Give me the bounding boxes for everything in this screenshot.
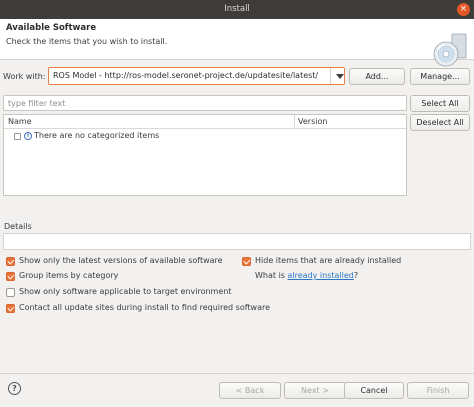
add-site-button[interactable]: Add... [349,68,405,85]
close-icon[interactable]: × [457,3,470,16]
work-with-combo[interactable]: ROS Model - http://ros-model.seronet-pro… [48,67,345,85]
checkbox-unchecked-icon[interactable] [6,288,15,297]
chevron-down-icon[interactable] [336,74,344,79]
help-icon[interactable]: ? [8,382,21,395]
info-icon: i [24,132,32,140]
finish-button[interactable]: Finish [407,382,469,399]
tree-row-label: There are no categorized items [34,131,160,140]
checkbox-checked-icon[interactable] [6,257,15,266]
bottom-separator [0,373,474,374]
details-label: Details [4,222,32,231]
title-bar: Install × [0,0,474,19]
wizard-header: Available Software Check the items that … [0,19,474,67]
column-header-name[interactable]: Name [8,117,32,126]
column-divider[interactable] [294,115,295,128]
install-cd-icon [433,33,467,67]
checkbox-checked-icon[interactable] [242,257,251,266]
back-button[interactable]: < Back [219,382,281,399]
checkbox-checked-icon[interactable] [6,304,15,313]
what-is-suffix: ? [353,271,359,280]
what-is-installed-text: What is already installed? [255,271,358,280]
page-subtitle: Check the items that you wish to install… [6,37,168,46]
cancel-button[interactable]: Cancel [344,382,404,399]
target-env-label: Show only software applicable to target … [19,287,232,296]
combo-separator [330,68,331,84]
tree-header: Name Version [4,115,406,129]
latest-versions-label: Show only the latest versions of availab… [19,256,223,265]
manage-sites-button[interactable]: Manage... [410,68,470,85]
window-title: Install [224,4,250,14]
column-header-version[interactable]: Version [298,117,327,126]
select-all-button[interactable]: Select All [410,95,470,112]
details-area [3,233,471,250]
software-tree[interactable]: Name Version i There are no categorized … [3,114,407,196]
work-with-value: ROS Model - http://ros-model.seronet-pro… [53,71,319,80]
next-button[interactable]: Next > [284,382,346,399]
hide-installed-label: Hide items that are already installed [255,256,402,265]
work-with-label: Work with: [3,72,46,81]
group-by-category-label: Group items by category [19,271,119,280]
row-checkbox[interactable] [14,133,21,140]
checkbox-checked-icon[interactable] [6,272,15,281]
filter-field[interactable] [3,95,407,111]
deselect-all-button[interactable]: Deselect All [410,114,470,131]
contact-sites-label: Contact all update sites during install … [19,303,271,312]
page-title: Available Software [6,23,97,33]
what-is-prefix: What is [255,271,288,280]
filter-input[interactable] [4,96,406,110]
already-installed-link[interactable]: already installed [288,271,354,280]
